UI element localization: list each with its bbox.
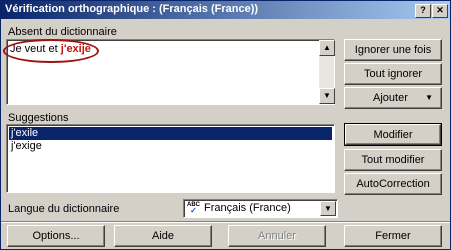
chevron-down-icon[interactable]: ▼ (320, 201, 336, 216)
suggestions-list[interactable]: j'exile j'exige (6, 124, 335, 193)
spellcheck-abc-icon: ABC ✓ (187, 202, 200, 215)
suggestion-item[interactable]: j'exige (9, 140, 42, 153)
add-label: Ajouter (373, 92, 408, 104)
scroll-down-icon[interactable]: ▼ (319, 88, 335, 104)
autocorrect-button[interactable]: AutoCorrection (344, 173, 442, 195)
close-icon[interactable]: ✕ (432, 4, 448, 18)
suggestion-item[interactable]: j'exile (9, 127, 332, 140)
close-label: Fermer (375, 230, 411, 242)
scroll-up-icon[interactable]: ▲ (319, 40, 335, 56)
change-button[interactable]: Modifier (344, 123, 442, 146)
title-bar: Vérification orthographique : (Français … (1, 1, 450, 19)
separator (1, 221, 450, 223)
cancel-label: Annuler (258, 230, 296, 242)
absent-scrollbar[interactable]: ▲ ▼ (319, 40, 335, 104)
help-button[interactable]: Aide (114, 225, 212, 247)
help-icon[interactable]: ? (415, 4, 431, 18)
autocorrect-label: AutoCorrection (356, 178, 430, 190)
ignore-once-button[interactable]: Ignorer une fois (344, 39, 442, 61)
spellcheck-dialog: Vérification orthographique : (Français … (0, 0, 451, 250)
change-all-label: Tout modifier (361, 154, 425, 166)
help-label: Aide (151, 230, 175, 242)
close-button[interactable]: Fermer (344, 225, 442, 247)
change-label: Modifier (373, 129, 413, 141)
options-button[interactable]: Options... (7, 225, 105, 247)
triangle-down-icon: ▼ (425, 93, 433, 102)
language-select[interactable]: ABC ✓ Français (France) ▼ (183, 199, 338, 218)
options-label: Options... (32, 230, 80, 242)
language-value: Français (France) (204, 202, 291, 214)
suggestions-label: Suggestions (8, 112, 69, 124)
cancel-button[interactable]: Annuler (228, 225, 326, 247)
add-button[interactable]: Ajouter ▼ (344, 87, 442, 109)
change-all-button[interactable]: Tout modifier (344, 149, 442, 171)
language-label: Langue du dictionnaire (8, 203, 120, 215)
absent-label: Absent du dictionnaire (8, 26, 117, 38)
window-title: Vérification orthographique : (Français … (5, 3, 259, 15)
ignore-all-label: Tout ignorer (363, 68, 423, 80)
ignore-all-button[interactable]: Tout ignorer (344, 63, 442, 85)
ignore-once-label: Ignorer une fois (354, 44, 432, 56)
error-highlight-ellipse (3, 39, 99, 63)
